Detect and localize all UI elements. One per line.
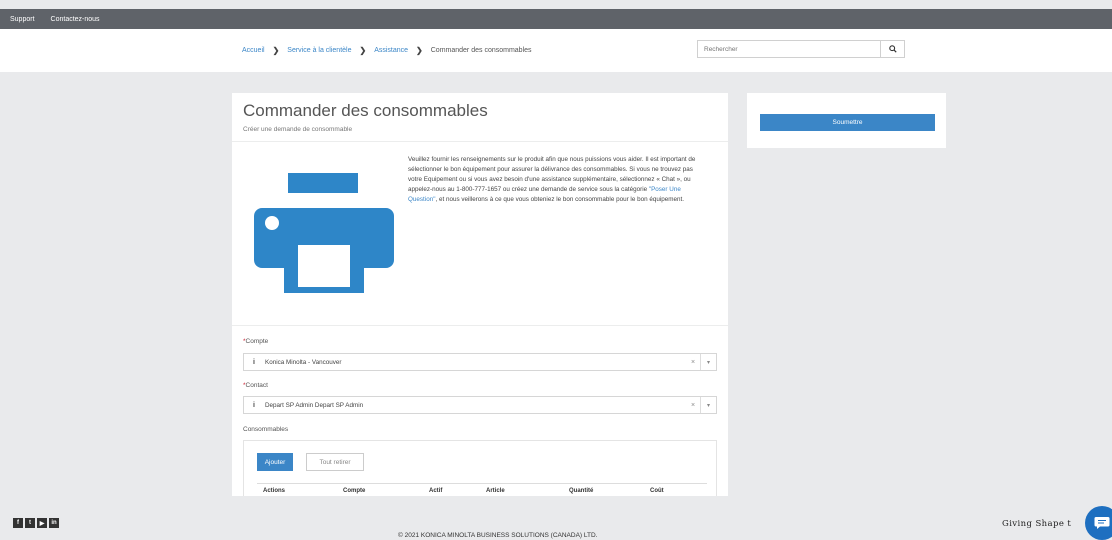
chevron-right-icon: ❯ [272,46,280,55]
contact-label: *Contact [243,382,268,389]
search-button[interactable] [880,41,904,57]
search-input[interactable] [698,41,880,57]
chevron-down-icon[interactable]: ▾ [700,354,716,370]
contact-select[interactable]: i Depart SP Admin Depart SP Admin × ▾ [243,396,717,414]
page-title: Commander des consommables [243,101,488,120]
printer-icon [254,173,394,293]
youtube-icon[interactable]: ▶ [37,518,47,528]
chat-button[interactable] [1085,506,1112,540]
clear-icon[interactable]: × [686,402,700,409]
chevron-right-icon: ❯ [416,46,423,55]
account-value: Konica Minolta - Vancouver [265,358,342,366]
clear-icon[interactable]: × [686,359,700,366]
social-links: f t ▶ in [13,518,59,528]
consumables-table-header: Actions Compte Actif Article Quantité Co… [257,483,707,496]
search-icon [888,45,897,53]
top-nav-bar: Support Contactez-nous [0,9,1112,29]
contact-link[interactable]: Contactez-nous [51,16,100,23]
chevron-right-icon: ❯ [359,46,367,55]
breadcrumb-assistance[interactable]: Assistance [374,47,408,54]
divider [232,141,728,142]
slogan-text: Giving Shape t [1002,519,1072,529]
contact-value: Depart SP Admin Depart SP Admin [265,401,364,409]
column-header: Quantité [569,488,594,494]
submit-button[interactable]: Soumettre [760,114,935,131]
twitter-icon[interactable]: t [25,518,35,528]
subheader: Accueil ❯ Service à la clientèle ❯ Assis… [0,29,1112,72]
copyright-text: © 2021 KONICA MINOLTA BUSINESS SOLUTIONS… [398,532,598,539]
info-icon: i [253,358,255,366]
breadcrumb: Accueil ❯ Service à la clientèle ❯ Assis… [242,46,532,55]
consumables-label: Consommables [243,426,289,433]
breadcrumb-service[interactable]: Service à la clientèle [287,47,351,54]
account-label: *Compte [243,338,269,345]
order-consumables-card: Commander des consommables Créer une dem… [232,93,728,496]
column-header: Article [486,488,505,494]
instructions-text: Veuillez fournir les renseignements sur … [408,156,696,203]
column-header: Actions [263,488,286,494]
breadcrumb-current: Commander des consommables [430,47,532,54]
account-select[interactable]: i Konica Minolta - Vancouver × ▾ [243,353,717,371]
search-box [697,40,905,58]
facebook-icon[interactable]: f [13,518,23,528]
clear-all-button[interactable]: Tout retirer [306,453,364,471]
page-subtitle: Créer une demande de consommable [243,126,353,133]
column-header: Actif [429,488,443,494]
linkedin-icon[interactable]: in [49,518,59,528]
chat-bubble-icon [1094,517,1110,529]
column-header: Coût [650,488,664,494]
support-link[interactable]: Support [10,16,35,23]
consumables-panel: Ajouter Tout retirer Actions Compte Acti… [243,440,717,496]
submit-card: Soumettre [747,93,946,148]
breadcrumb-home[interactable]: Accueil [242,47,265,54]
info-icon: i [253,401,255,409]
column-header: Compte [343,488,366,494]
divider [232,325,728,326]
footer: f t ▶ in © 2021 KONICA MINOLTA BUSINESS … [0,506,1112,540]
chevron-down-icon[interactable]: ▾ [700,397,716,413]
add-button[interactable]: Ajouter [257,453,293,471]
